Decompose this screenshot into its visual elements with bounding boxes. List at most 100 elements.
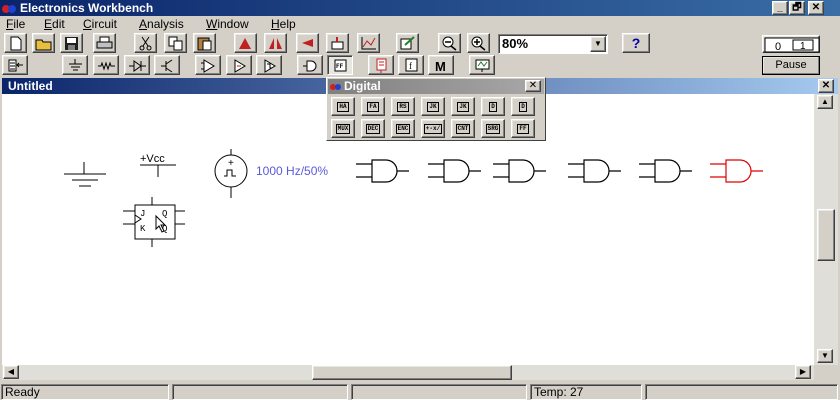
digital-part-button[interactable]: D — [481, 97, 505, 116]
logic-gates-button[interactable] — [297, 55, 323, 75]
menu-help[interactable]: Help — [271, 16, 296, 33]
digital-palette-close-button[interactable]: ✕ — [525, 80, 541, 92]
digital-part-button[interactable]: D — [511, 97, 535, 116]
digital-button[interactable]: FF — [327, 55, 353, 75]
flip-vertical-button[interactable] — [296, 33, 319, 53]
copy-button[interactable] — [164, 33, 187, 53]
new-button[interactable] — [4, 33, 27, 53]
horizontal-scroll-thumb[interactable] — [312, 365, 512, 380]
digital-part-button[interactable]: DEC — [361, 119, 385, 138]
digital-part-button[interactable]: CNT — [451, 119, 475, 138]
graph-button[interactable] — [357, 33, 380, 53]
and-gate[interactable] — [356, 159, 409, 183]
scroll-left-icon[interactable]: ◀ — [3, 365, 19, 379]
copy-icon — [168, 36, 183, 50]
and-gate[interactable] — [428, 159, 481, 183]
digital-ics-button[interactable] — [256, 55, 282, 75]
zoom-out-button[interactable] — [438, 33, 461, 53]
clock-source[interactable]: + 1000 Hz/50% — [214, 149, 328, 198]
controls-button[interactable]: f — [398, 55, 424, 75]
instruments-button[interactable] — [469, 55, 495, 75]
sources-button[interactable] — [62, 55, 88, 75]
digital-icon: FF — [334, 59, 346, 71]
zoom-in-icon — [471, 36, 486, 51]
paste-button[interactable] — [193, 33, 216, 53]
indicators-button[interactable] — [368, 55, 394, 75]
and-gate[interactable] — [493, 159, 546, 183]
digital-part-button[interactable]: MUX — [331, 119, 355, 138]
vertical-scroll-thumb[interactable] — [817, 209, 835, 261]
document-title: Untitled — [8, 79, 53, 93]
basic-button[interactable] — [93, 55, 119, 75]
zoom-in-button[interactable] — [467, 33, 490, 53]
digital-part-button[interactable]: HA — [331, 97, 355, 116]
app-icon — [330, 84, 341, 90]
component-properties-button[interactable] — [396, 33, 419, 53]
zoom-select[interactable]: 80% ▼ — [498, 34, 608, 54]
chevron-down-icon[interactable]: ▼ — [590, 36, 606, 52]
menu-file[interactable]: File — [6, 16, 25, 33]
scroll-right-icon[interactable]: ▶ — [795, 365, 811, 379]
flip-vertical-icon — [302, 38, 313, 47]
open-button[interactable] — [32, 33, 55, 53]
menu-edit[interactable]: Edit — [44, 16, 65, 33]
svg-text:FF: FF — [336, 63, 344, 70]
ground-symbol[interactable] — [64, 162, 106, 187]
digital-part-label: MUX — [335, 123, 351, 134]
svg-text:1: 1 — [800, 41, 806, 52]
vcc-source[interactable]: +Vcc — [140, 153, 176, 177]
help-button[interactable]: ? — [622, 33, 650, 53]
and-gate[interactable] — [710, 159, 763, 183]
document-close-button[interactable]: ✕ — [818, 79, 834, 93]
analog-ics-button[interactable] — [195, 55, 221, 75]
ff-pin-k: K — [140, 224, 146, 234]
digital-part-button[interactable]: +-x/ — [421, 119, 445, 138]
digital-part-label: SRG — [485, 123, 501, 134]
rotate-button[interactable] — [234, 33, 257, 53]
and-gate[interactable] — [639, 159, 692, 183]
analog-ics-icon — [200, 58, 215, 73]
and-gates — [356, 159, 763, 183]
svg-text:0: 0 — [775, 41, 781, 53]
minimize-button[interactable]: _ — [772, 1, 788, 15]
digital-part-button[interactable]: JK — [421, 97, 445, 116]
horizontal-scrollbar[interactable]: ◀ ▶ — [2, 365, 814, 380]
and-gate[interactable] — [568, 159, 621, 183]
print-button[interactable] — [93, 33, 116, 53]
favorites-button[interactable] — [2, 55, 28, 75]
miscellaneous-icon: M — [435, 59, 446, 73]
status-message: Ready — [1, 384, 169, 400]
vertical-scrollbar[interactable]: ▲ ▼ — [814, 94, 838, 365]
digital-part-button[interactable]: FF — [511, 119, 535, 138]
menu-analysis[interactable]: Analysis — [139, 16, 184, 33]
flip-horizontal-button[interactable] — [264, 33, 287, 53]
diodes-button[interactable] — [124, 55, 150, 75]
digital-part-button[interactable]: JK — [451, 97, 475, 116]
menu-window[interactable]: Window — [206, 16, 249, 33]
power-switch[interactable]: 0 1 — [762, 35, 820, 53]
scroll-up-icon[interactable]: ▲ — [817, 95, 833, 109]
new-icon — [10, 36, 22, 50]
save-button[interactable] — [60, 33, 83, 53]
pause-button[interactable]: Pause — [762, 56, 820, 75]
miscellaneous-button[interactable]: M — [428, 55, 454, 75]
digital-palette-title-bar[interactable]: Digital — [328, 79, 544, 94]
digital-part-button[interactable]: SRG — [481, 119, 505, 138]
indicators-icon — [376, 58, 386, 73]
restore-button[interactable]: 🗗 — [789, 1, 805, 15]
jk-flip-flop[interactable]: J K Q Q — [123, 197, 185, 247]
menu-circuit[interactable]: Circuit — [83, 16, 117, 33]
digital-part-button[interactable]: ENC — [391, 119, 415, 138]
subcircuit-icon — [331, 36, 344, 49]
sources-icon — [68, 58, 82, 70]
close-button[interactable]: ✕ — [808, 1, 824, 15]
digital-part-label: +-x/ — [423, 123, 443, 134]
cut-button[interactable] — [134, 33, 157, 53]
digital-part-button[interactable]: RS — [391, 97, 415, 116]
digital-part-button[interactable]: FA — [361, 97, 385, 116]
subcircuit-button[interactable] — [326, 33, 349, 53]
mixed-ics-button[interactable] — [226, 55, 252, 75]
title-bar: Electronics Workbench _ 🗗 ✕ — [0, 0, 840, 16]
scroll-down-icon[interactable]: ▼ — [817, 349, 833, 363]
transistors-button[interactable] — [154, 55, 180, 75]
